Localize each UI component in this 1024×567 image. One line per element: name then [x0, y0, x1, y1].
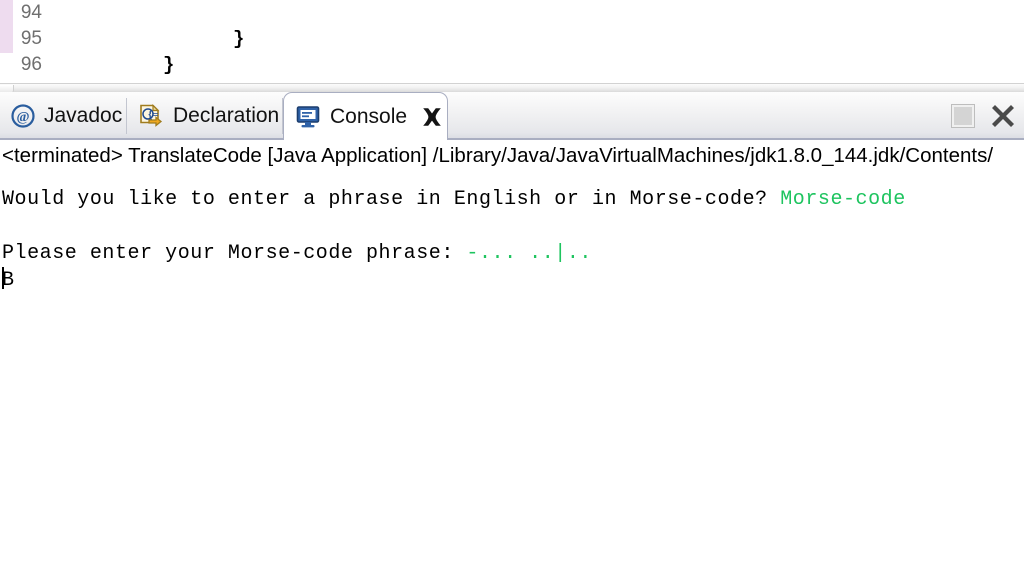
line-number: 94 — [20, 2, 42, 23]
console-output-line: Please enter your Morse-code phrase: -..… — [2, 240, 1024, 267]
at-sign-icon: @ — [11, 104, 35, 128]
code-line: 96} — [0, 52, 1024, 78]
line-number: 96 — [20, 54, 42, 75]
tab-javadoc[interactable]: @ Javadoc — [0, 92, 126, 140]
console-output-text[interactable]: Would you like to enter a phrase in Engl… — [2, 186, 1024, 294]
panel-sash-divider[interactable] — [0, 83, 1024, 93]
tab-declaration[interactable]: {= Declaration — [127, 92, 282, 140]
code-text: } — [233, 28, 245, 50]
close-tab-icon[interactable] — [420, 105, 444, 129]
close-view-icon[interactable] — [988, 101, 1018, 131]
console-monitor-icon — [295, 105, 321, 129]
console-program-output: Would you like to enter a phrase in Engl… — [2, 188, 781, 211]
svg-text:@: @ — [16, 110, 29, 125]
view-tab-bar: @ Javadoc {= Declaration Console — [0, 92, 1024, 142]
line-number: 95 — [20, 28, 42, 49]
console-process-label: <terminated> TranslateCode [Java Applica… — [2, 144, 994, 167]
code-line: 95} — [0, 26, 1024, 52]
view-toolbar — [952, 92, 1018, 140]
console-output-line: Would you like to enter a phrase in Engl… — [2, 186, 1024, 213]
console-user-input: Morse-code — [780, 188, 906, 211]
tab-console[interactable]: Console — [283, 92, 448, 142]
text-caret — [2, 267, 4, 289]
console-output-line: B — [2, 267, 1024, 294]
minimize-view-icon[interactable] — [952, 105, 974, 127]
declaration-document-icon: {= — [138, 103, 164, 129]
console-view[interactable]: <terminated> TranslateCode [Java Applica… — [0, 140, 1024, 567]
code-line: 94 — [0, 0, 1024, 26]
tab-console-label: Console — [330, 104, 408, 128]
console-program-output: Please enter your Morse-code phrase: — [2, 242, 467, 265]
code-text: } — [163, 54, 175, 76]
tab-javadoc-label: Javadoc — [44, 104, 123, 127]
console-user-input: -... ..|.. — [466, 242, 592, 265]
code-editor[interactable]: 94 95} 96} — [0, 0, 1024, 83]
tab-declaration-label: Declaration — [173, 104, 280, 127]
